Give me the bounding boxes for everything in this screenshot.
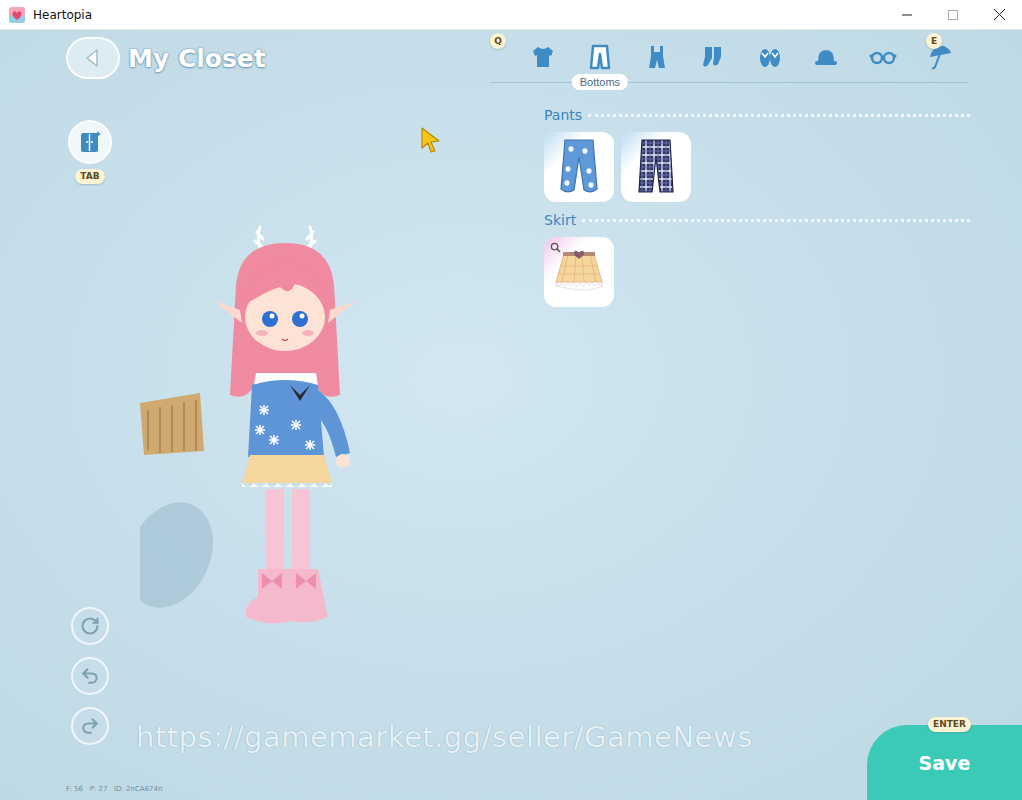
sandals-icon [756,43,784,71]
save-button[interactable]: ENTERSave [867,725,1022,800]
minimize-button[interactable] [884,0,930,29]
item-section: Skirt [544,211,970,307]
category-tab[interactable]: Bottoms [572,43,629,82]
section-header: Pants [544,106,970,124]
wardrobe-icon [77,129,103,155]
rotate-button[interactable] [71,607,109,645]
item-section: Pants [544,106,970,202]
debug-info: F: 56 P: 27 ID: 2nCA674n [0,785,488,800]
close-button[interactable] [976,0,1022,29]
shirt-icon [529,43,557,71]
category-tab[interactable] [515,43,572,82]
hat-icon [812,43,840,71]
category-tab[interactable] [628,43,685,82]
category-tab[interactable] [798,43,855,82]
overalls-icon [643,43,671,71]
redo-button[interactable] [71,707,109,745]
mouse-cursor-icon [420,126,442,154]
glasses-icon [869,43,897,71]
next-key-hint: E [926,33,942,49]
left-column: My Closet TAB F: 56 P: 27 ID: 2nCA674n [0,30,488,800]
view-controls [71,607,109,745]
save-key-hint: ENTER [928,717,971,732]
character-figure [140,225,380,637]
back-button[interactable] [66,37,120,79]
closet-panel: Q Bottoms E Pants Skirt [488,30,1022,800]
character-stage[interactable] [114,79,488,785]
magnifier-icon[interactable] [550,242,561,253]
item-row [544,132,970,202]
app-logo-icon [9,7,25,23]
wardrobe-button[interactable] [68,120,112,164]
category-label: Bottoms [572,74,628,90]
category-tab[interactable] [742,43,799,82]
screen-title: My Closet [128,44,266,73]
frilly-skirt-icon [550,244,608,300]
category-tab[interactable] [685,43,742,82]
item-card[interactable] [544,237,614,307]
back-arrow-icon [82,47,104,69]
plaid-pants-icon [628,137,684,197]
window-title: Heartopia [33,8,884,22]
game-window: Heartopia My Closet TAB F: 56 P: 27 ID: 2nC… [0,0,1022,800]
prev-key-hint: Q [490,33,506,49]
rotate-icon [80,616,100,636]
section-header: Skirt [544,211,970,229]
socks-icon [699,43,727,71]
category-tab[interactable] [911,43,968,82]
redo-icon [80,716,100,736]
watermark: https://gamemarket.gg/seller/GameNews [136,720,753,754]
category-tab[interactable] [855,43,912,82]
dotted-divider [582,219,970,222]
close-icon [994,9,1005,20]
section-title: Skirt [544,211,576,229]
header: My Closet [0,30,488,79]
item-card[interactable] [621,132,691,202]
minimize-icon [902,10,912,20]
category-bar: Q Bottoms E [490,30,968,83]
title-bar: Heartopia [0,0,1022,30]
pants-icon [586,43,614,71]
item-card[interactable] [544,132,614,202]
dotted-divider [588,114,970,117]
snowflake-pants-icon [551,137,607,197]
closet-screen: My Closet TAB F: 56 P: 27 ID: 2nCA674n Q Bot… [0,30,1022,800]
undo-icon [80,666,100,686]
section-title: Pants [544,106,582,124]
undo-button[interactable] [71,657,109,695]
item-row [544,237,970,307]
key-hint: TAB [75,169,104,184]
body: TAB [0,79,488,785]
maximize-button[interactable] [930,0,976,29]
tool-rail: TAB [66,79,114,785]
maximize-icon [948,10,958,20]
